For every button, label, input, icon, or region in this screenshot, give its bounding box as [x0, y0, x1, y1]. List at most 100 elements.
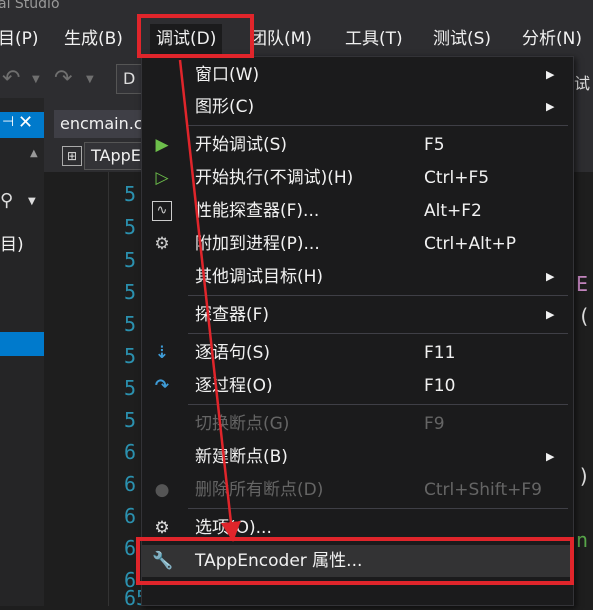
menu-item-label: 开始执行(不调试)(H) — [195, 168, 354, 188]
debug-menu-item-new-breakpoint[interactable]: 新建断点(B) ▶ — [142, 441, 573, 473]
menu-item-label: 新建断点(B) — [195, 447, 288, 467]
line-number: 5 — [124, 215, 137, 239]
scroll-up-icon[interactable]: ▲ — [30, 148, 38, 159]
menu-separator — [188, 404, 568, 405]
line-number: 5 — [124, 344, 137, 368]
submenu-arrow-icon: ▶ — [546, 270, 555, 283]
play-icon: ▶ — [155, 135, 169, 155]
gear-icon: ⚙ — [154, 518, 170, 538]
debug-menu-item-start-without-debugging[interactable]: ▷ 开始执行(不调试)(H) Ctrl+F5 — [142, 162, 573, 194]
line-number: 6 — [124, 536, 137, 560]
tab-encmain[interactable]: encmain.c — [54, 110, 150, 138]
menu-item-shortcut: Ctrl+Shift+F9 — [424, 480, 542, 500]
window-title: al Studio — [0, 0, 60, 12]
debug-menu-item-attach-to-process[interactable]: ⚙ 附加到进程(P)... Ctrl+Alt+P — [142, 228, 573, 260]
line-number: 5 — [124, 248, 137, 272]
tree-item-project[interactable]: 目) — [0, 230, 24, 255]
code-fragment: n — [576, 528, 589, 552]
menu-item-label: 选项(O)... — [195, 518, 272, 538]
performance-icon: ∿ — [152, 201, 172, 221]
search-dropdown-icon[interactable]: ▼ — [28, 196, 36, 207]
menu-item-label: 删除所有断点(D) — [195, 480, 324, 500]
menu-item-label: 探查器(F) — [195, 305, 270, 325]
menu-item-label: 逐语句(S) — [195, 343, 271, 363]
undo-dropdown-icon[interactable]: ▼ — [32, 74, 40, 85]
debug-menu-item-step-over[interactable]: ↷ 逐过程(O) F10 — [142, 370, 573, 402]
debug-menu-dropdown: 窗口(W) ▶ 图形(C) ▶ ▶ 开始调试(S) F5 ▷ 开始执行(不调试)… — [141, 56, 574, 606]
line-number: 6 — [124, 472, 137, 496]
debug-menu-item-performance-profiler[interactable]: ∿ 性能探查器(F)... Alt+F2 — [142, 195, 573, 227]
step-into-icon: ⇣ — [154, 343, 170, 363]
attach-process-icon: ⚙ — [154, 234, 170, 254]
line-number: 6 — [124, 504, 137, 528]
menu-item-shortcut: F11 — [424, 343, 456, 363]
line-number: 5 — [124, 312, 137, 336]
menu-debug[interactable]: 调试(D) — [150, 24, 223, 54]
line-number: 5 — [124, 376, 137, 400]
menu-separator — [188, 295, 568, 296]
panel-header: ⊣ ✕ — [0, 112, 44, 138]
tree-item-selected[interactable] — [0, 332, 44, 356]
menu-item-label: 逐过程(O) — [195, 376, 273, 396]
pin-icon[interactable]: ⊣ — [2, 114, 14, 130]
redo-dropdown-icon[interactable]: ▼ — [86, 74, 94, 85]
menu-project[interactable]: 目(P) — [0, 26, 39, 52]
menu-item-label: 附加到进程(P)... — [195, 234, 320, 254]
gutter — [108, 172, 121, 606]
menu-bar: 目(P) 生成(B) 调试(D) 团队(M) 工具(T) 测试(S) 分析(N) — [0, 18, 593, 60]
menu-test[interactable]: 测试(S) — [433, 26, 491, 52]
menu-tools[interactable]: 工具(T) — [345, 26, 403, 52]
submenu-arrow-icon: ▶ — [546, 68, 555, 81]
menu-separator — [188, 125, 568, 126]
solution-explorer-panel: ⊣ ✕ ▲ ⚲ ▼ 目) — [0, 98, 44, 606]
menu-item-label: 性能探查器(F)... — [195, 201, 320, 221]
debug-menu-item-delete-all-breakpoints[interactable]: ● 删除所有断点(D) Ctrl+Shift+F9 — [142, 474, 573, 506]
debug-menu-item-window[interactable]: 窗口(W) ▶ — [142, 59, 573, 91]
menu-item-shortcut: Ctrl+F5 — [424, 168, 490, 188]
code-fragment: ) — [578, 464, 591, 488]
title-bar: al Studio — [0, 0, 593, 18]
menu-item-shortcut: Alt+F2 — [424, 201, 482, 221]
menu-team[interactable]: 团队(M) — [250, 26, 312, 52]
debug-menu-item-start-debugging[interactable]: ▶ 开始调试(S) F5 — [142, 129, 573, 161]
menu-separator — [188, 508, 568, 509]
undo-icon[interactable]: ↶ — [2, 66, 20, 91]
debug-menu-item-toggle-breakpoint[interactable]: 切换断点(G) F9 — [142, 408, 573, 440]
line-number: 6 — [124, 440, 137, 464]
debug-menu-item-project-properties[interactable]: 🔧 TAppEncoder 属性... — [142, 545, 573, 577]
redo-icon[interactable]: ↷ — [54, 66, 72, 91]
menu-item-shortcut: F9 — [424, 414, 445, 434]
play-outline-icon: ▷ — [155, 168, 169, 188]
submenu-arrow-icon: ▶ — [546, 100, 555, 113]
close-icon[interactable]: ✕ — [18, 112, 33, 133]
class-icon: ⊞ — [62, 146, 82, 166]
menu-item-shortcut: Ctrl+Alt+P — [424, 234, 517, 254]
wrench-icon: 🔧 — [152, 551, 174, 571]
search-icon[interactable]: ⚲ — [0, 190, 13, 211]
step-over-icon: ↷ — [154, 376, 170, 396]
debug-menu-item-profiler[interactable]: 探查器(F) ▶ — [142, 299, 573, 331]
menu-analyze[interactable]: 分析(N) — [522, 26, 582, 52]
debug-menu-item-options[interactable]: ⚙ 选项(O)... — [142, 512, 573, 544]
menu-build[interactable]: 生成(B) — [64, 26, 123, 52]
menu-item-label: 开始调试(S) — [195, 135, 288, 155]
menu-separator — [188, 333, 568, 334]
menu-item-label: 切换断点(G) — [195, 414, 290, 434]
submenu-arrow-icon: ▶ — [546, 308, 555, 321]
toolbar-right-text: 试 — [574, 74, 591, 93]
line-number: 5 — [124, 408, 137, 432]
code-fragment: ( — [578, 304, 591, 328]
menu-item-label: TAppEncoder 属性... — [195, 551, 363, 571]
line-number: 5 — [124, 182, 137, 206]
menu-item-label: 窗口(W) — [195, 65, 260, 85]
debug-menu-item-other-debug-targets[interactable]: 其他调试目标(H) ▶ — [142, 261, 573, 293]
menu-item-shortcut: F10 — [424, 376, 456, 396]
line-number: 5 — [124, 280, 137, 304]
menu-item-label: 其他调试目标(H) — [195, 267, 324, 287]
debug-menu-item-graphics[interactable]: 图形(C) ▶ — [142, 91, 573, 123]
delete-breakpoints-icon: ● — [154, 480, 170, 500]
menu-item-shortcut: F5 — [424, 135, 445, 155]
menu-item-label: 图形(C) — [195, 97, 255, 117]
debug-menu-item-step-into[interactable]: ⇣ 逐语句(S) F11 — [142, 337, 573, 369]
submenu-arrow-icon: ▶ — [546, 450, 555, 463]
